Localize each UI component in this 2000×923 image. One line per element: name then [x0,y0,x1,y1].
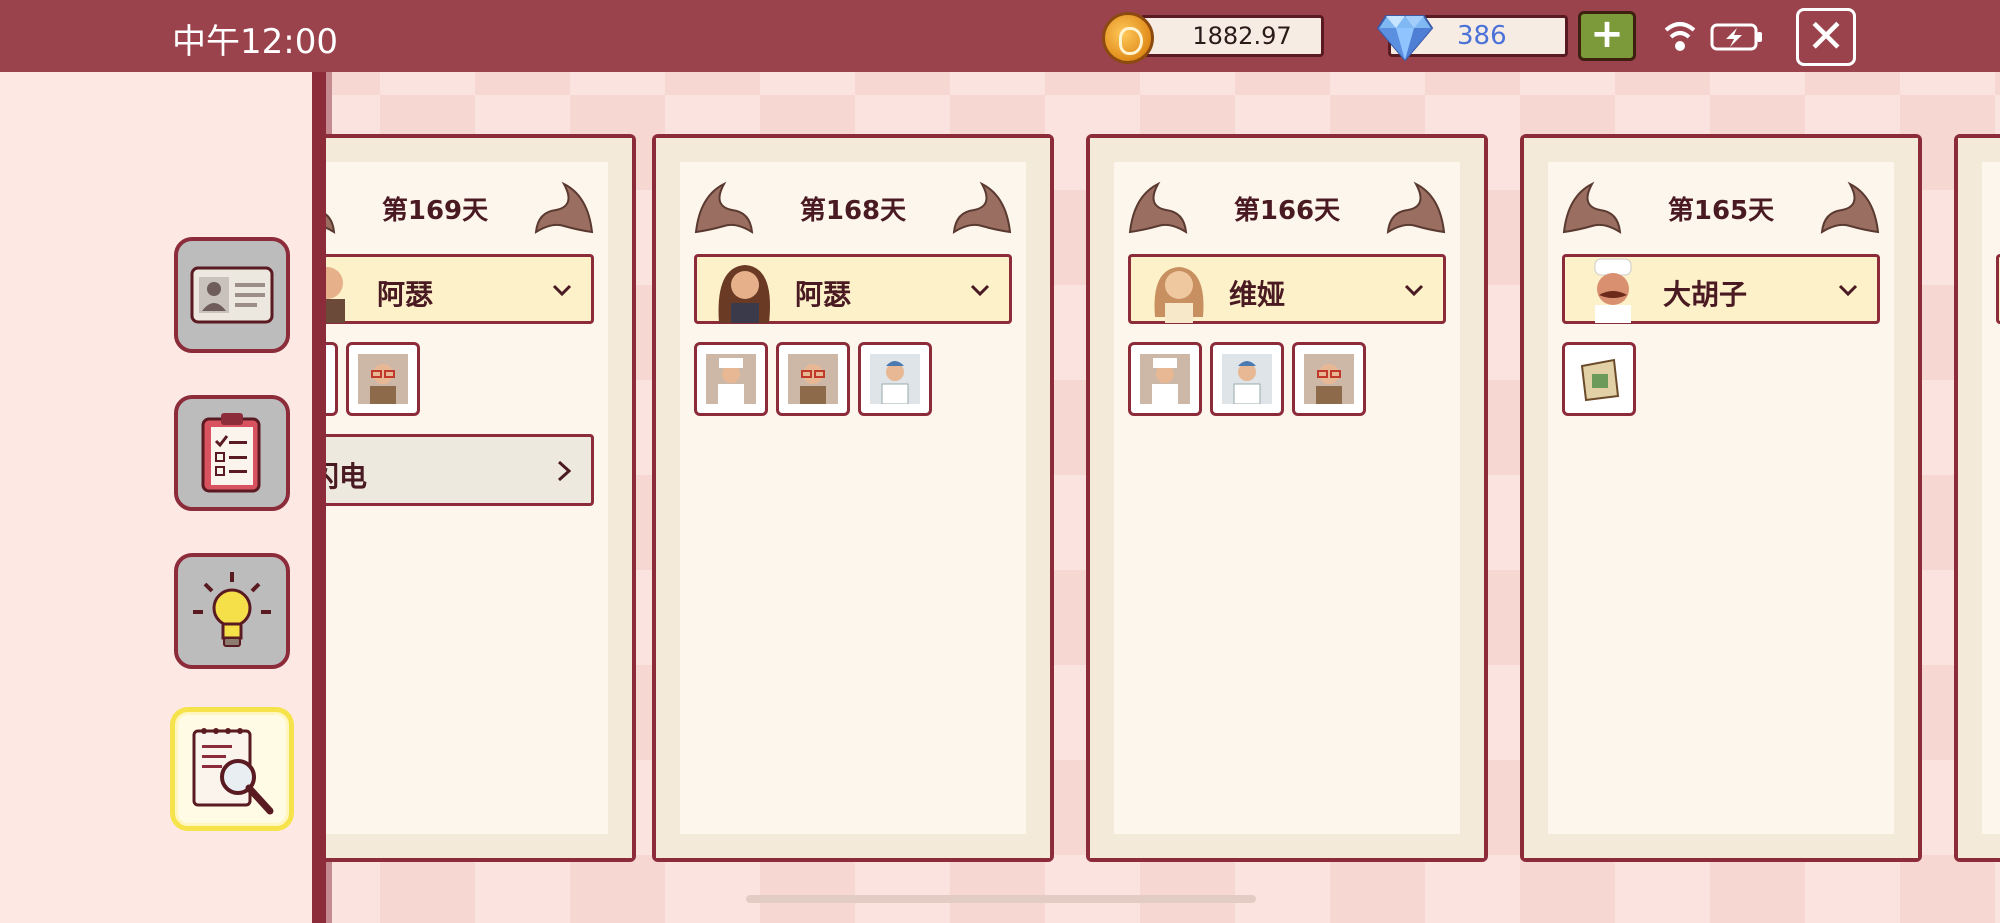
day-title: 第168天 [799,196,907,226]
customer-name: 大胡子 [1663,278,1748,311]
chef-chip[interactable] [326,342,338,416]
chevron-down-icon [552,284,572,297]
clipboard-icon [201,413,261,493]
hint-button[interactable] [174,553,290,669]
chevron-down-icon [1838,284,1858,297]
customer-dropdown[interactable]: 大胡子 [1562,254,1880,324]
glasses-chef-chip[interactable] [346,342,420,416]
tea-bag-chip[interactable] [1562,342,1636,416]
add-gems-button[interactable]: + [1578,11,1636,61]
coin-icon [1102,12,1154,64]
doctor-icon [1222,354,1272,404]
day-card-partial [1954,134,2000,862]
customer-name: 阿瑟 [795,278,852,311]
customer-name: 阿瑟 [377,278,434,311]
day-cards-scroller[interactable]: 第169天 阿瑟 闪电 第168天 阿瑟 [326,72,2000,923]
glasses-chef-icon [358,354,408,404]
woman-portrait-icon [1154,267,1204,323]
glasses-chef-chip[interactable] [1292,342,1366,416]
flash-recipe-row[interactable]: 闪电 [326,434,594,506]
notebook-search-icon [192,728,274,815]
doctor-chip[interactable] [858,342,932,416]
close-button[interactable]: ✕ [1796,8,1856,66]
chevron-right-icon [557,460,572,482]
battery-charging-icon [1710,23,1762,51]
diamond-icon [1376,15,1434,62]
clipboard-button[interactable] [174,395,290,511]
game-time: 中午12:00 [172,22,338,62]
horizontal-scrollbar[interactable] [746,895,1256,903]
id-card-icon [190,266,274,324]
customer-portrait-icon [326,267,345,323]
sidebar-divider [312,72,332,923]
glasses-chef-icon [1304,354,1354,404]
coin-balance: 1882.97 [1140,15,1324,57]
notebook-search-button[interactable] [170,707,294,831]
chevron-down-icon [1404,284,1424,297]
day-title: 第169天 [381,196,489,226]
doctor-icon [870,354,920,404]
chef-chip[interactable] [1128,342,1202,416]
glasses-chef-icon [788,354,838,404]
chef-icon [1140,354,1190,404]
customer-dropdown[interactable]: 阿瑟 [694,254,1012,324]
customer-dropdown[interactable] [1996,254,2000,324]
long-hair-man-portrait-icon [718,265,770,323]
customer-dropdown[interactable]: 阿瑟 [326,254,594,324]
day-title: 第166天 [1233,196,1341,226]
glasses-chef-chip[interactable] [776,342,850,416]
chef-chip[interactable] [694,342,768,416]
doctor-chip[interactable] [1210,342,1284,416]
id-card-button[interactable] [174,237,290,353]
chef-icon [706,354,756,404]
customer-dropdown[interactable]: 维娅 [1128,254,1446,324]
mustache-chef-portrait-icon [1594,258,1632,323]
customer-name: 维娅 [1229,278,1286,311]
chevron-down-icon [970,284,990,297]
day-title: 第165天 [1667,196,1775,226]
day-card: 第165天 大胡子 [1520,134,1922,862]
flash-label: 闪电 [326,460,368,493]
lightbulb-icon [193,572,271,647]
top-bar: 中午12:00 1882.97 386 + ✕ [0,0,2000,72]
day-card: 第169天 阿瑟 闪电 [326,134,636,862]
wifi-icon [1664,22,1696,51]
tea-bag-icon [1580,358,1620,402]
day-card: 第168天 阿瑟 [652,134,1054,862]
day-card: 第166天 维娅 [1086,134,1488,862]
